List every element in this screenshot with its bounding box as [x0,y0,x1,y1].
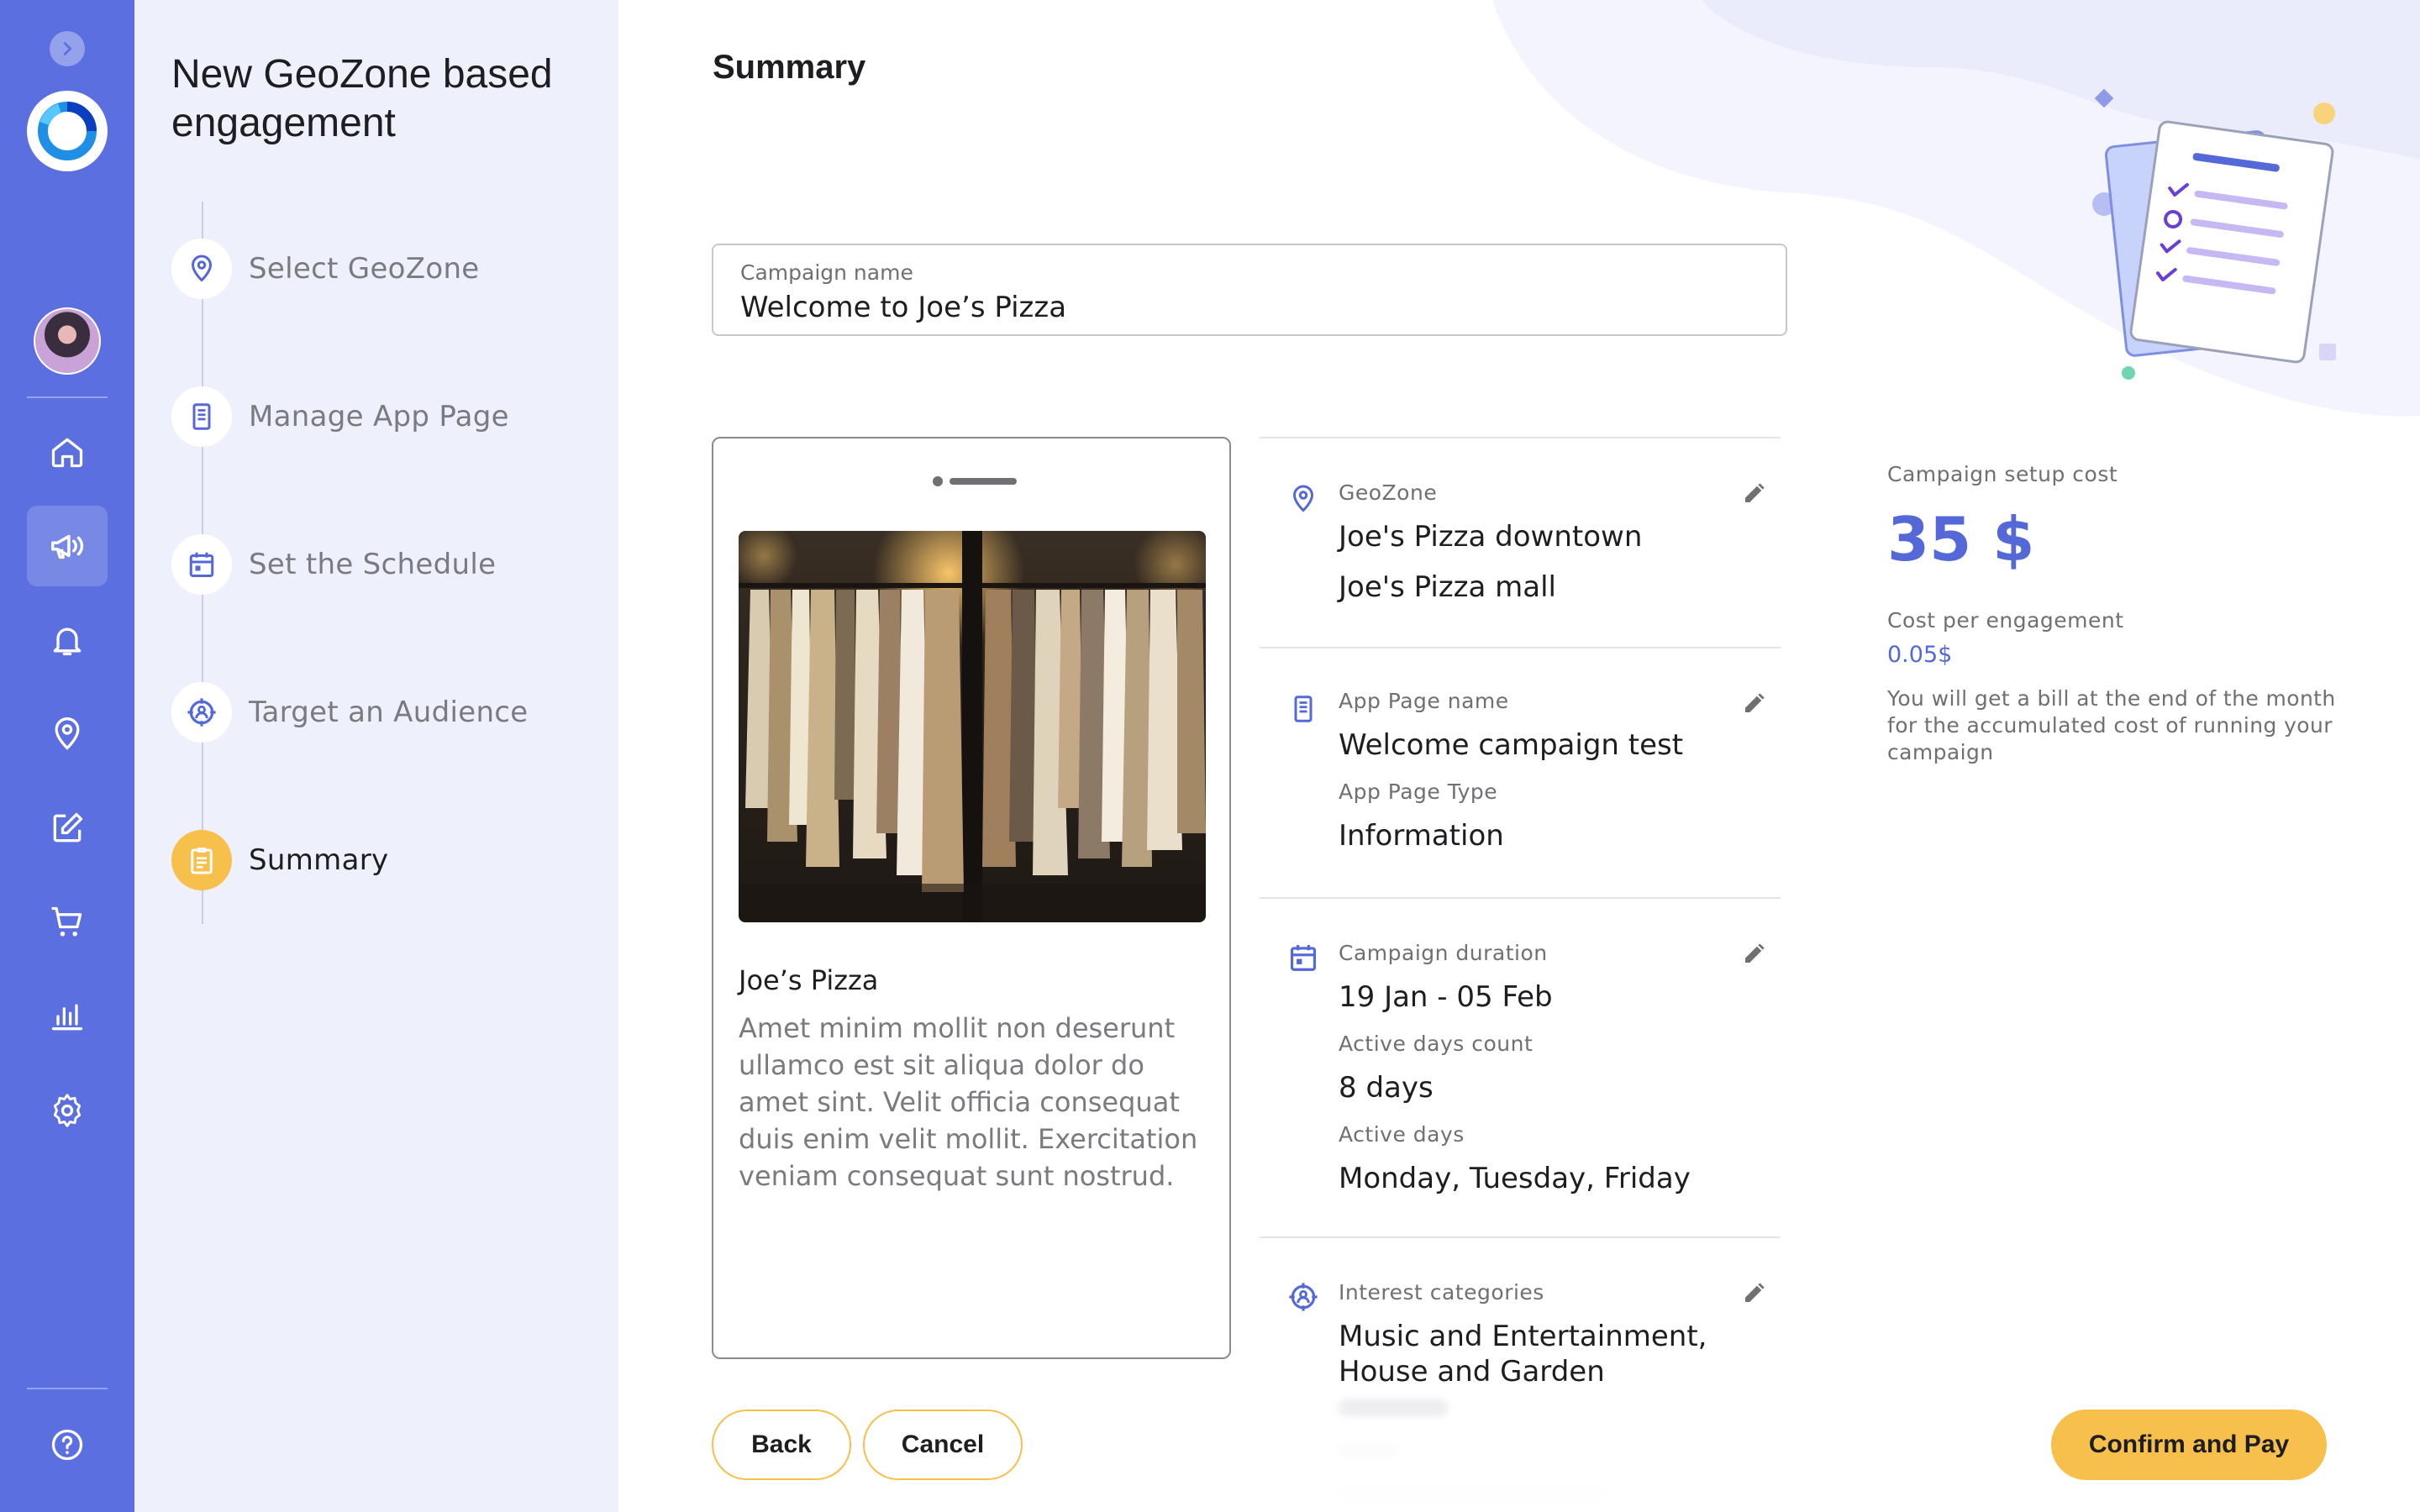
mobile-page-icon [1294,696,1313,722]
geozone-value-1: Joe's Pizza downtown [1339,520,1643,554]
app-logo[interactable] [27,91,108,171]
back-button[interactable]: Back [712,1410,851,1480]
shopping-cart-icon [51,906,82,937]
edit-square-icon [53,812,83,843]
pencil-icon [1745,693,1765,712]
gear-icon [53,1094,82,1127]
app-page-name-value: Welcome campaign test [1339,728,1684,762]
target-audience-icon [1289,1283,1318,1311]
user-avatar[interactable] [34,307,101,375]
campaign-duration-value: 19 Jan - 05 Feb [1339,980,1553,1014]
location-pin-icon [191,255,213,282]
confirm-and-pay-button[interactable]: Confirm and Pay [2051,1410,2327,1480]
active-days-label: Active days [1339,1122,1465,1147]
nav-geozones[interactable] [27,694,108,774]
target-audience-icon [187,698,216,727]
step-summary[interactable]: Summary [171,830,388,890]
step-manage-app-page[interactable]: Manage App Page [171,386,509,447]
expand-rail-button[interactable] [50,31,85,66]
interest-categories-value: Music and Entertainment, House and Garde… [1339,1320,1707,1389]
nav-campaigns[interactable] [27,506,108,586]
interest-categories-label: Interest categories [1339,1280,1544,1305]
app-page-preview: Joe’s Pizza Amet minim mollit non deseru… [712,437,1231,1359]
calendar-icon [1290,944,1317,971]
billing-note: You will get a bill at the end of the mo… [1887,686,2336,764]
nav-settings[interactable] [27,1070,108,1151]
step-label: Manage App Page [249,400,509,433]
campaign-duration-label: Campaign duration [1339,941,1548,965]
edit-audience-button[interactable] [1740,1277,1770,1307]
bell-icon [53,627,82,656]
app-page-name-label: App Page name [1339,689,1509,713]
schedule-section: Campaign duration 19 Jan - 05 Feb Active… [1260,897,1781,1236]
app-page-section: App Page name Welcome campaign test App … [1260,647,1781,897]
cost-per-engagement-value: 0.05$ [1887,642,1953,668]
nav-edit[interactable] [27,788,108,869]
ring-logo-icon [38,102,97,160]
edit-geozone-button[interactable] [1740,477,1770,507]
clipboard-icon [191,848,213,874]
edit-app-page-button[interactable] [1740,687,1770,717]
rail-divider [27,396,108,398]
nav-home[interactable] [27,412,108,492]
megaphone-icon [51,534,84,559]
home-icon [51,438,83,468]
wizard-steps-panel: New GeoZone based engagement Select GeoZ… [134,0,618,1512]
app-page-type-value: Information [1339,819,1504,853]
geozone-value-2: Joe's Pizza mall [1339,570,1557,604]
step-target-audience[interactable]: Target an Audience [171,682,529,743]
summary-main: Summary Campaign name Welcome to Joe’s P… [618,0,2420,1512]
nav-notifications[interactable] [27,600,108,680]
chevron-right-icon [63,42,72,55]
step-set-schedule[interactable]: Set the Schedule [171,534,496,595]
app-rail [0,0,134,1512]
campaign-name-value: Welcome to Joe’s Pizza [740,291,1067,324]
active-days-value: Monday, Tuesday, Friday [1339,1162,1691,1195]
geozone-section: GeoZone Joe's Pizza downtown Joe's Pizza… [1260,437,1781,647]
step-select-geozone[interactable]: Select GeoZone [171,239,480,299]
setup-cost-label: Campaign setup cost [1887,462,2118,486]
phone-camera [933,476,943,486]
pencil-icon [1745,1283,1765,1302]
nav-analytics[interactable] [27,976,108,1057]
help-icon [51,1429,83,1461]
summary-details: GeoZone Joe's Pizza downtown Joe's Pizza… [1260,437,1781,1512]
preview-app-body: Amet minim mollit non deserunt ullamco e… [739,1012,1198,1192]
calendar-icon [189,552,214,577]
location-pin-icon [1292,485,1314,512]
rail-divider-bottom [27,1388,108,1389]
step-label: Target an Audience [249,696,529,729]
campaign-name-field[interactable]: Campaign name Welcome to Joe’s Pizza [712,244,1787,336]
app-page-type-label: App Page Type [1339,780,1498,804]
pencil-icon [1745,943,1765,963]
setup-cost-value: 35 $ [1887,504,2035,575]
nav-shop[interactable] [27,882,108,963]
page-title: Summary [713,49,866,86]
cancel-button[interactable]: Cancel [863,1410,1023,1480]
preview-app-title: Joe’s Pizza [739,964,879,996]
wizard-title: New GeoZone based engagement [171,52,553,145]
pencil-icon [1745,483,1765,502]
bar-chart-icon [51,1004,83,1031]
location-pin-icon [55,717,80,750]
cost-per-engagement-label: Cost per engagement [1887,608,2124,633]
clothing-rack-image [739,531,1206,922]
nav-help[interactable] [27,1404,108,1485]
geozone-label: GeoZone [1339,480,1438,505]
campaign-name-label: Campaign name [740,260,913,285]
active-days-count-label: Active days count [1339,1032,1534,1056]
mobile-page-icon [192,403,211,430]
edit-schedule-button[interactable] [1740,937,1770,968]
active-days-count-value: 8 days [1339,1071,1434,1105]
step-label: Set the Schedule [249,548,497,581]
step-label: Summary [249,843,389,877]
scroll-fade [1260,1386,1781,1512]
step-label: Select GeoZone [249,252,480,286]
checklist-illustration [2092,88,2336,380]
phone-speaker [950,478,1017,485]
